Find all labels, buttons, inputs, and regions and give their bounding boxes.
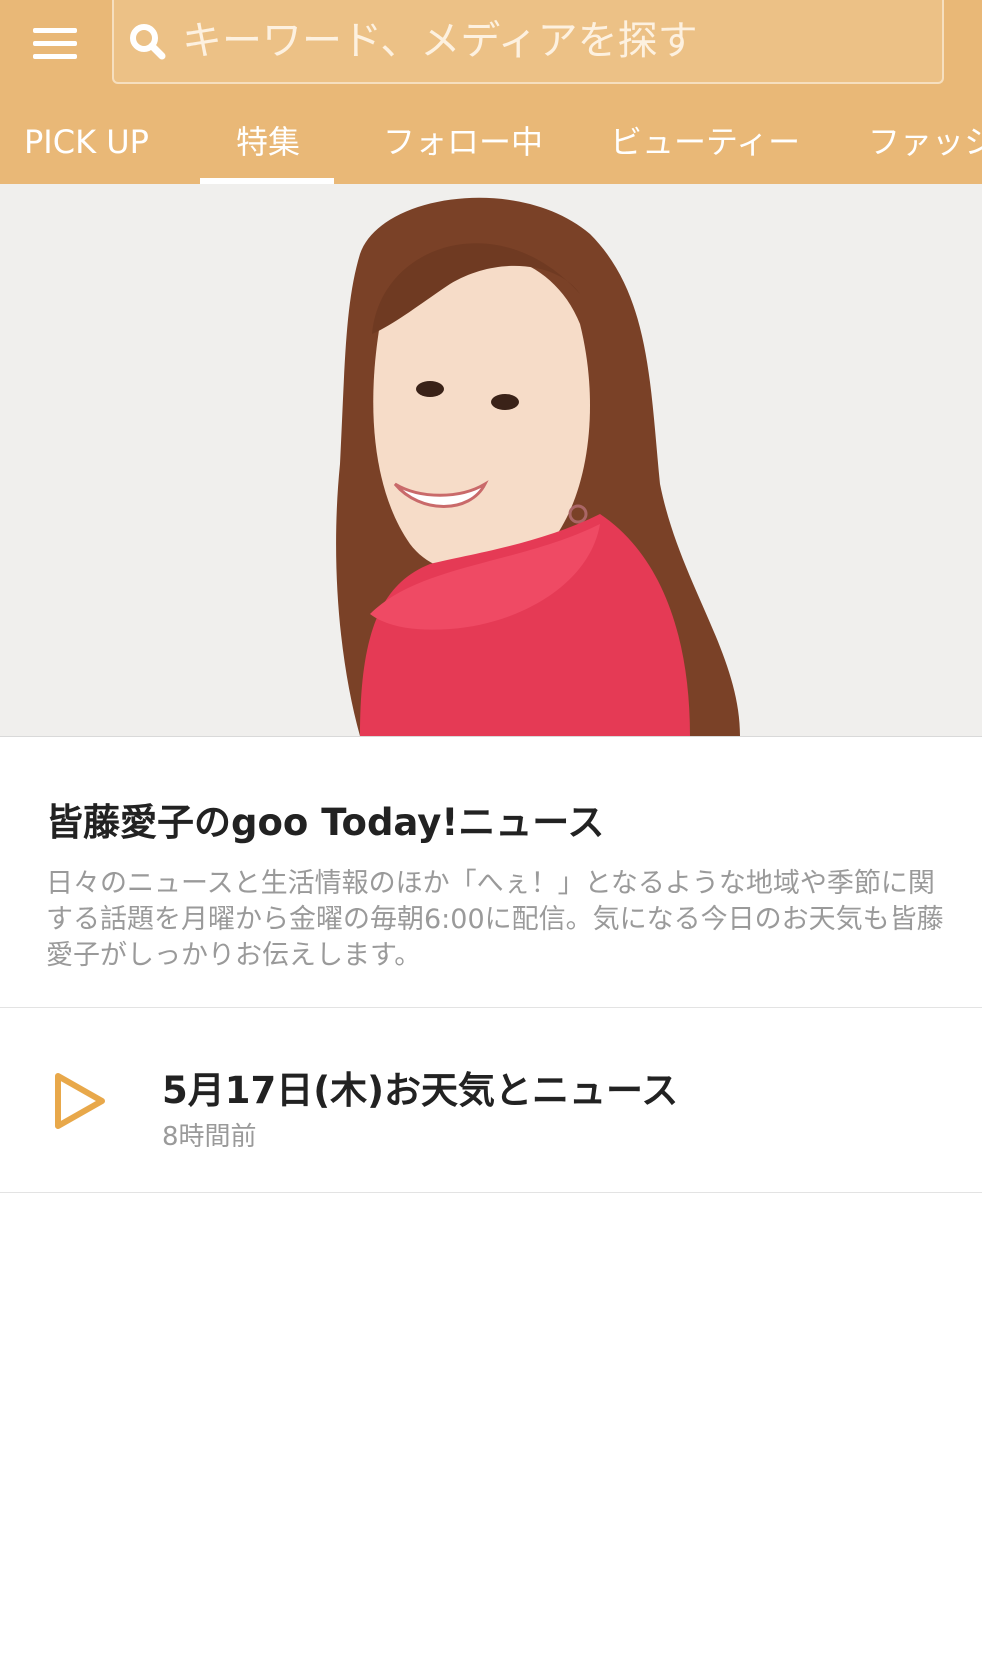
search-input[interactable]: キーワード、メディアを探す (112, 0, 944, 84)
program-description: 日々のニュースと生活情報のほか「へぇ！」となるような地域や季節に関する話題を月曜… (46, 868, 944, 971)
hamburger-menu-icon (33, 28, 77, 33)
play-icon (55, 1073, 105, 1129)
category-tabs: PICK UP 特集 フォロー中 ビューティー ファッシ (0, 100, 982, 184)
section-divider (0, 1192, 982, 1193)
episode-timestamp: 8時間前 (162, 1122, 257, 1152)
tab-pick-up[interactable]: PICK UP (24, 100, 149, 184)
tab-beauty[interactable]: ビューティー (610, 100, 800, 184)
tab-fashion[interactable]: ファッシ (868, 100, 982, 184)
presenter-photo (0, 184, 982, 736)
tab-feature[interactable]: 特集 (236, 100, 300, 184)
hamburger-menu-icon-line (33, 41, 77, 46)
menu-button[interactable] (22, 14, 88, 72)
episode-list-item[interactable]: 5月17日(木)お天気とニュース 8時間前 (0, 1008, 982, 1192)
hero-image (0, 184, 982, 737)
search-icon (130, 24, 166, 60)
search-placeholder: キーワード、メディアを探す (182, 18, 698, 64)
program-title: 皆藤愛子のgoo Today!ニュース (46, 801, 605, 844)
top-bar: キーワード、メディアを探す (0, 0, 982, 100)
hamburger-menu-icon-line (33, 54, 77, 59)
tab-following[interactable]: フォロー中 (383, 100, 543, 184)
episode-title: 5月17日(木)お天気とニュース (162, 1069, 679, 1112)
app-header: キーワード、メディアを探す PICK UP 特集 フォロー中 ビューティー ファ… (0, 0, 982, 184)
